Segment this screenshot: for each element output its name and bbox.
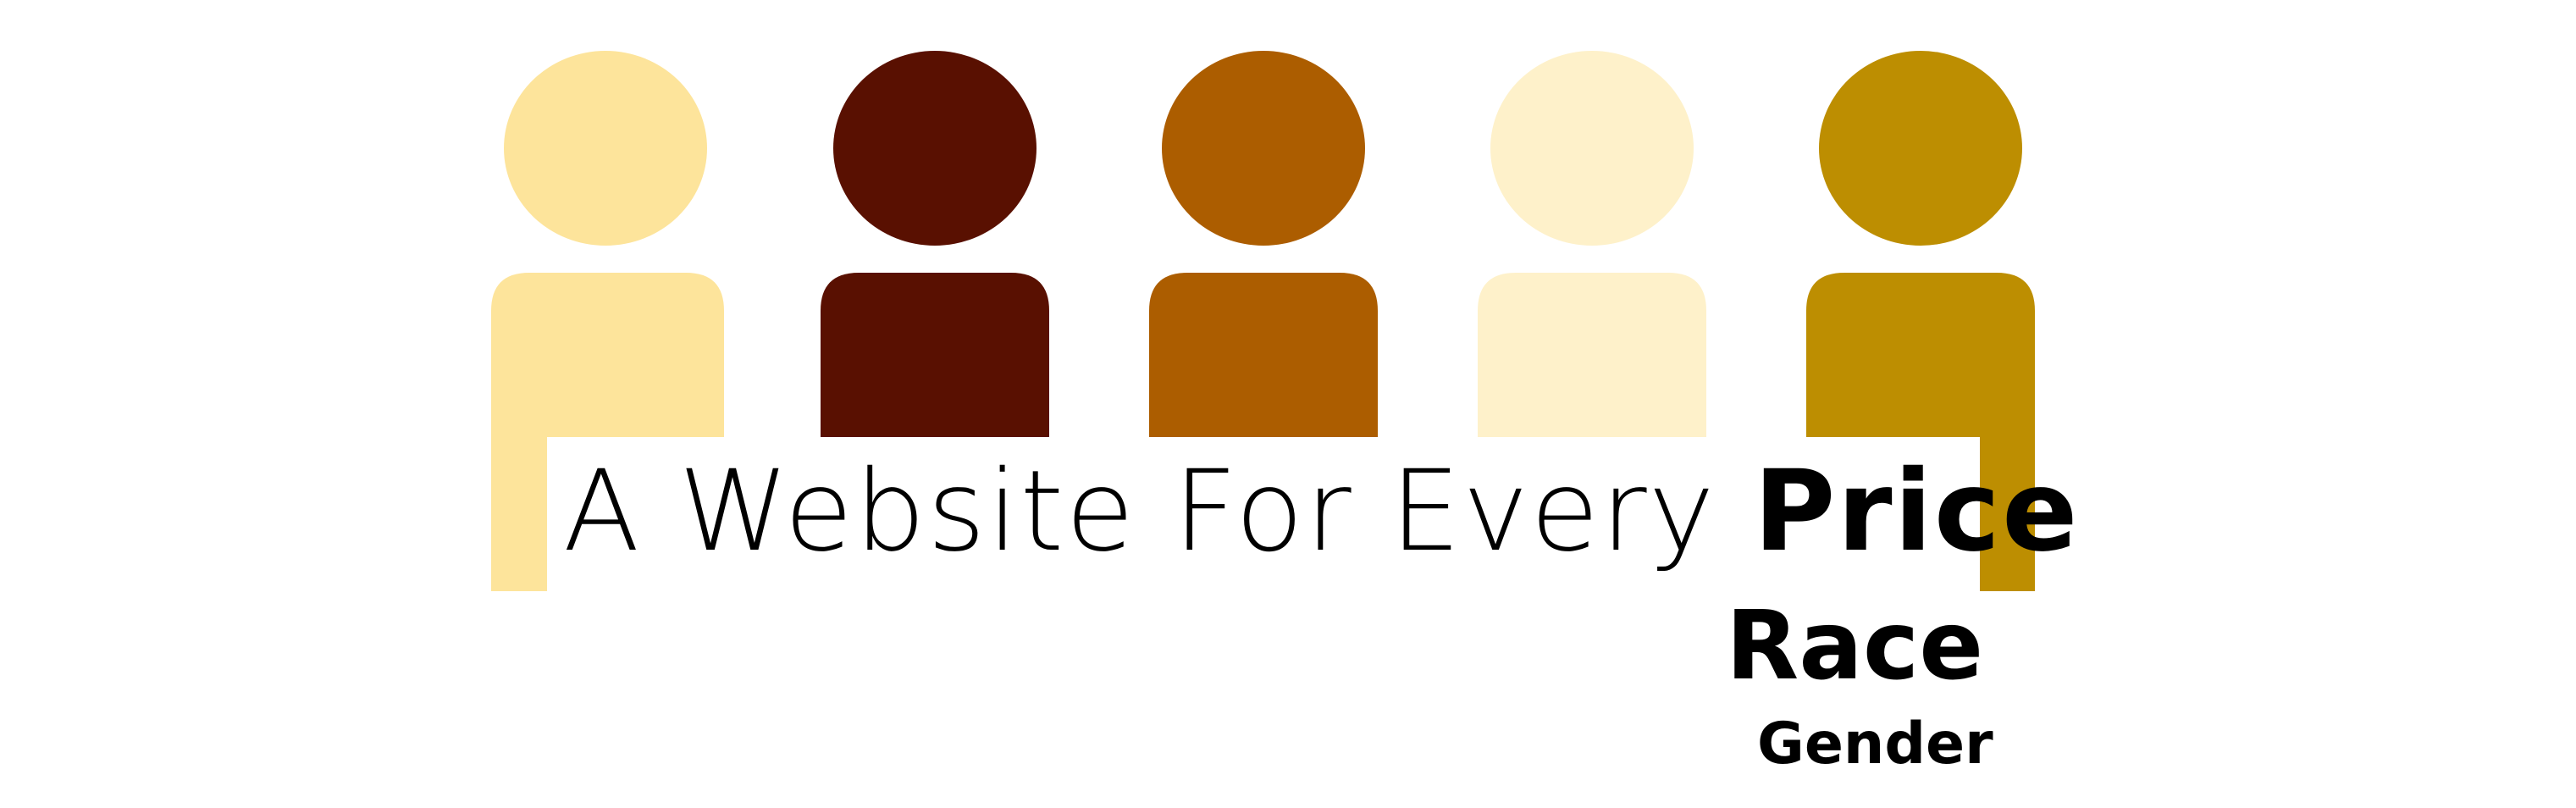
person-head xyxy=(1162,51,1365,246)
person-head xyxy=(504,51,707,246)
person-figure-2 xyxy=(821,51,1049,437)
person-figure-3 xyxy=(1149,51,1378,437)
person-head xyxy=(1490,51,1694,246)
person-body xyxy=(821,273,1049,437)
second-word: Race xyxy=(1726,591,1984,701)
person-figure-4 xyxy=(1478,51,1706,437)
tagline: A Website For Every Price xyxy=(563,456,2080,567)
person-head xyxy=(833,51,1036,246)
person-body xyxy=(1149,273,1378,437)
tagline-lead: A Website For Every xyxy=(563,446,1716,577)
third-word: Gender xyxy=(1757,711,1993,778)
person-body xyxy=(1478,273,1706,437)
person-head xyxy=(1819,51,2022,246)
tagline-emphasis: Price xyxy=(1753,446,2080,577)
logo-figures xyxy=(491,51,2035,591)
